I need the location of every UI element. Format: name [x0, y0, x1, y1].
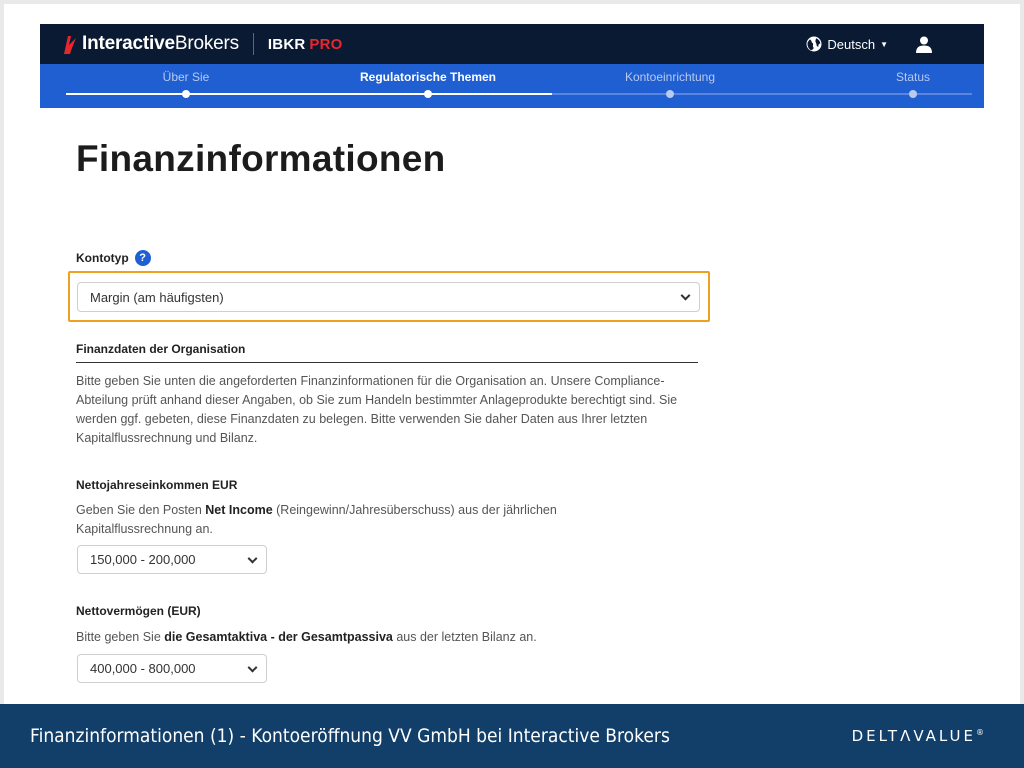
net-income-value: 150,000 - 200,000	[90, 552, 196, 567]
org-financials-heading: Finanzdaten der Organisation	[76, 342, 698, 363]
header-divider	[252, 33, 254, 55]
net-income-label: Nettojahreseinkommen EUR	[76, 478, 238, 492]
product-name: IBKR PRO	[267, 35, 343, 53]
chevron-down-icon	[247, 553, 258, 564]
app-window: InteractiveBrokers IBKR PRO Deutsch ▼ Übe	[4, 4, 1020, 704]
net-worth-label: Nettovermögen (EUR)	[76, 604, 201, 618]
user-icon[interactable]	[916, 36, 932, 53]
page-title: Finanzinformationen	[76, 138, 446, 179]
caret-down-icon: ▼	[880, 39, 888, 49]
help-icon[interactable]: ?	[134, 250, 151, 266]
step-regulatorische-themen[interactable]: Regulatorische Themen	[348, 70, 508, 84]
language-label: Deutsch	[827, 36, 876, 52]
language-selector[interactable]: Deutsch ▼	[806, 36, 888, 52]
net-income-select[interactable]: 150,000 - 200,000	[77, 545, 267, 574]
top-navigation-bar: InteractiveBrokers IBKR PRO Deutsch ▼	[40, 24, 984, 64]
deltavalue-logo: DELTΛVALUE®	[851, 727, 984, 745]
chevron-down-icon	[680, 290, 691, 301]
ib-logo-icon	[64, 36, 76, 54]
logo-wordmark: InteractiveBrokers	[82, 33, 239, 54]
globe-icon	[806, 36, 822, 52]
chevron-down-icon	[247, 662, 258, 673]
step-status: Status	[895, 70, 931, 84]
caption-footer: Finanzinformationen (1) - Kontoeröffnung…	[0, 704, 1024, 768]
account-type-value: Margin (am häufigsten)	[90, 289, 224, 305]
org-financials-intro: Bitte geben Sie unten die angeforderten …	[76, 374, 678, 445]
account-type-label-row: Kontotyp ?	[76, 250, 151, 266]
progress-track-complete	[66, 93, 552, 95]
step-marker-regulatorische-themen	[424, 90, 432, 98]
account-type-select[interactable]: Margin (am häufigsten)	[77, 282, 700, 312]
progress-stepper: Über Sie Regulatorische Themen Kontoeinr…	[40, 64, 984, 108]
step-marker-kontoeinrichtung	[666, 90, 674, 98]
step-kontoeinrichtung: Kontoeinrichtung	[624, 70, 716, 84]
interactive-brokers-logo[interactable]: InteractiveBrokers	[62, 33, 239, 55]
net-worth-value: 400,000 - 800,000	[90, 661, 196, 676]
net-income-help: Geben Sie den Posten Net Income (Reingew…	[76, 503, 557, 536]
step-marker-ueber-sie	[182, 90, 190, 98]
step-ueber-sie[interactable]: Über Sie	[106, 70, 266, 84]
net-worth-select[interactable]: 400,000 - 800,000	[77, 654, 267, 683]
step-marker-status	[909, 90, 917, 98]
net-worth-help: Bitte geben Sie die Gesamtaktiva - der G…	[76, 630, 537, 644]
account-type-label: Kontotyp	[76, 251, 129, 265]
footer-caption: Finanzinformationen (1) - Kontoeröffnung…	[30, 725, 670, 747]
